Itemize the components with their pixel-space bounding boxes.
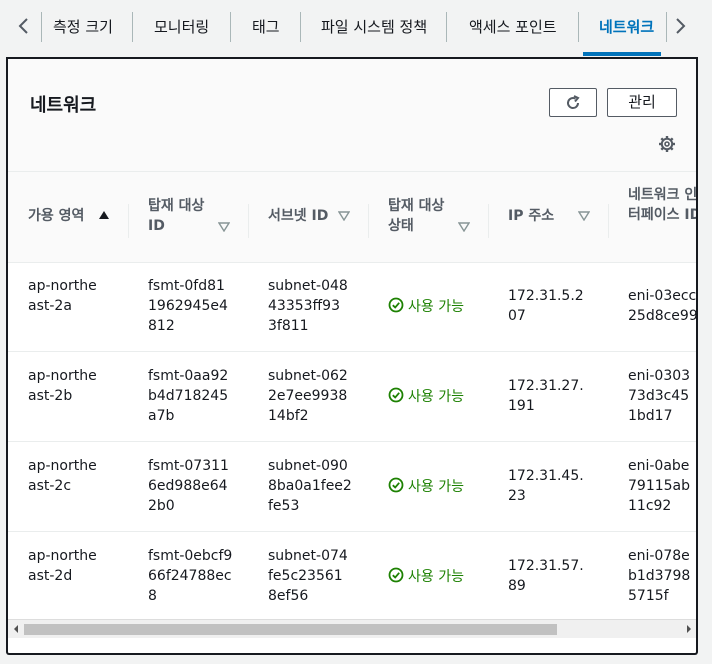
chevron-left-icon[interactable] [14, 14, 34, 38]
cell-mount-target-id: fsmt-0aa92b4d718245a7b [148, 368, 229, 424]
refresh-icon [567, 95, 580, 109]
manage-button[interactable]: 관리 [607, 88, 677, 117]
tab-divider [230, 12, 231, 42]
tab-tags[interactable]: 태그 [252, 16, 280, 37]
column-header-ip-address[interactable]: IP 주소 [488, 172, 608, 262]
cell-mount-target-id: fsmt-0ebcf966f24788ec8 [148, 548, 233, 604]
chevron-right-icon[interactable] [670, 14, 690, 38]
table-row: ap-northeast-2d fsmt-0ebcf966f24788ec8 s… [8, 531, 696, 621]
horizontal-scrollbar[interactable] [8, 619, 696, 638]
cell-availability-zone: ap-northeast-2d [28, 548, 97, 584]
active-tab-indicator [583, 52, 661, 56]
tab-divider [666, 12, 667, 42]
sort-ascending-icon [99, 211, 109, 219]
cell-network-interface-id: eni-03ecc25d8ce9971 [628, 288, 698, 324]
column-header-mount-target-state[interactable]: 탑재 대상 상태 [368, 172, 488, 262]
table-row: ap-northeast-2b fsmt-0aa92b4d718245a7b s… [8, 351, 696, 442]
column-header-subnet-id[interactable]: 서브넷 ID [248, 172, 368, 262]
status-check-icon [388, 567, 404, 583]
cell-subnet-id: subnet-0908ba0a1fee2fe53 [268, 458, 352, 514]
cell-subnet-id: subnet-0622e7ee993814bf2 [268, 368, 348, 424]
tab-monitoring[interactable]: 모니터링 [154, 16, 209, 37]
cell-ip-address: 172.31.57.89 [508, 558, 584, 594]
cell-network-interface-id: eni-078eb1d37985715f [628, 548, 691, 604]
tab-network[interactable]: 네트워크 [599, 16, 654, 37]
status-indicator: 사용 가능 [388, 386, 483, 406]
status-check-icon [388, 477, 404, 493]
sort-descending-icon [218, 222, 230, 232]
panel-header: 네트워크 관리 [8, 57, 696, 173]
tab-dimensions[interactable]: 측정 크기 [53, 16, 113, 37]
sort-descending-icon [578, 211, 590, 221]
tab-access-points[interactable]: 액세스 포인트 [469, 16, 557, 37]
cell-mount-target-id: fsmt-073116ed988e642b0 [148, 458, 229, 514]
table-row: ap-northeast-2c fsmt-073116ed988e642b0 s… [8, 441, 696, 532]
cell-availability-zone: ap-northeast-2a [28, 278, 97, 314]
scroll-right-arrow-icon[interactable] [684, 623, 694, 635]
column-label: IP 주소 [508, 208, 555, 224]
cell-ip-address: 172.31.5.207 [508, 288, 584, 324]
tab-divider [300, 12, 301, 42]
tab-divider [41, 12, 42, 42]
column-header-mount-target-id[interactable]: 탑재 대상 ID [128, 172, 248, 262]
cell-network-interface-id: eni-030373d3c451bd17 [628, 368, 691, 424]
cell-network-interface-id: eni-0abe79115ab11c92 [628, 458, 691, 514]
sort-descending-icon [458, 222, 470, 232]
tab-divider [446, 12, 447, 42]
cell-ip-address: 172.31.27.191 [508, 378, 584, 414]
cell-availability-zone: ap-northeast-2c [28, 458, 97, 494]
tab-divider [132, 12, 133, 42]
tab-file-system-policy[interactable]: 파일 시스템 정책 [321, 16, 427, 37]
column-label: 네트워크 인터페이스 ID [628, 187, 696, 223]
cell-subnet-id: subnet-04843353ff933f811 [268, 278, 348, 334]
cell-availability-zone: ap-northeast-2b [28, 368, 97, 404]
status-text: 사용 가능 [408, 389, 464, 405]
column-label: 가용 영역 [28, 208, 85, 224]
status-indicator: 사용 가능 [388, 566, 483, 586]
column-label: 탑재 대상 ID [148, 198, 205, 234]
tab-divider [578, 12, 579, 42]
scrollbar-thumb[interactable] [24, 624, 557, 635]
table-row: ap-northeast-2a fsmt-0fd811962945e4812 s… [8, 261, 696, 352]
status-text: 사용 가능 [408, 479, 464, 495]
sort-descending-icon [338, 211, 350, 221]
refresh-button[interactable] [549, 88, 597, 117]
status-check-icon [388, 387, 404, 403]
column-label: 서브넷 ID [268, 208, 329, 224]
column-header-availability-zone[interactable]: 가용 영역 [8, 172, 128, 262]
column-header-network-interface-id[interactable]: 네트워크 인터페이스 ID [608, 172, 696, 262]
status-indicator: 사용 가능 [388, 296, 483, 316]
tab-bar: 측정 크기 모니터링 태그 파일 시스템 정책 액세스 포인트 네트워크 [0, 0, 712, 56]
cell-ip-address: 172.31.45.23 [508, 468, 584, 504]
network-panel: 네트워크 관리 가용 영역 탑재 대상 ID 서브넷 ID 탑재 대상 상태 I… [6, 57, 698, 655]
table-header: 가용 영역 탑재 대상 ID 서브넷 ID 탑재 대상 상태 IP 주소 네트워… [8, 171, 696, 263]
cell-subnet-id: subnet-074fe5c235618ef56 [268, 548, 348, 604]
status-indicator: 사용 가능 [388, 476, 483, 496]
status-text: 사용 가능 [408, 299, 464, 315]
settings-gear-icon[interactable] [658, 135, 676, 153]
scroll-left-arrow-icon[interactable] [11, 623, 21, 635]
column-label: 탑재 대상 상태 [388, 198, 445, 234]
status-text: 사용 가능 [408, 569, 464, 585]
cell-mount-target-id: fsmt-0fd811962945e4812 [148, 278, 228, 334]
status-check-icon [388, 297, 404, 313]
panel-title: 네트워크 [30, 95, 97, 116]
